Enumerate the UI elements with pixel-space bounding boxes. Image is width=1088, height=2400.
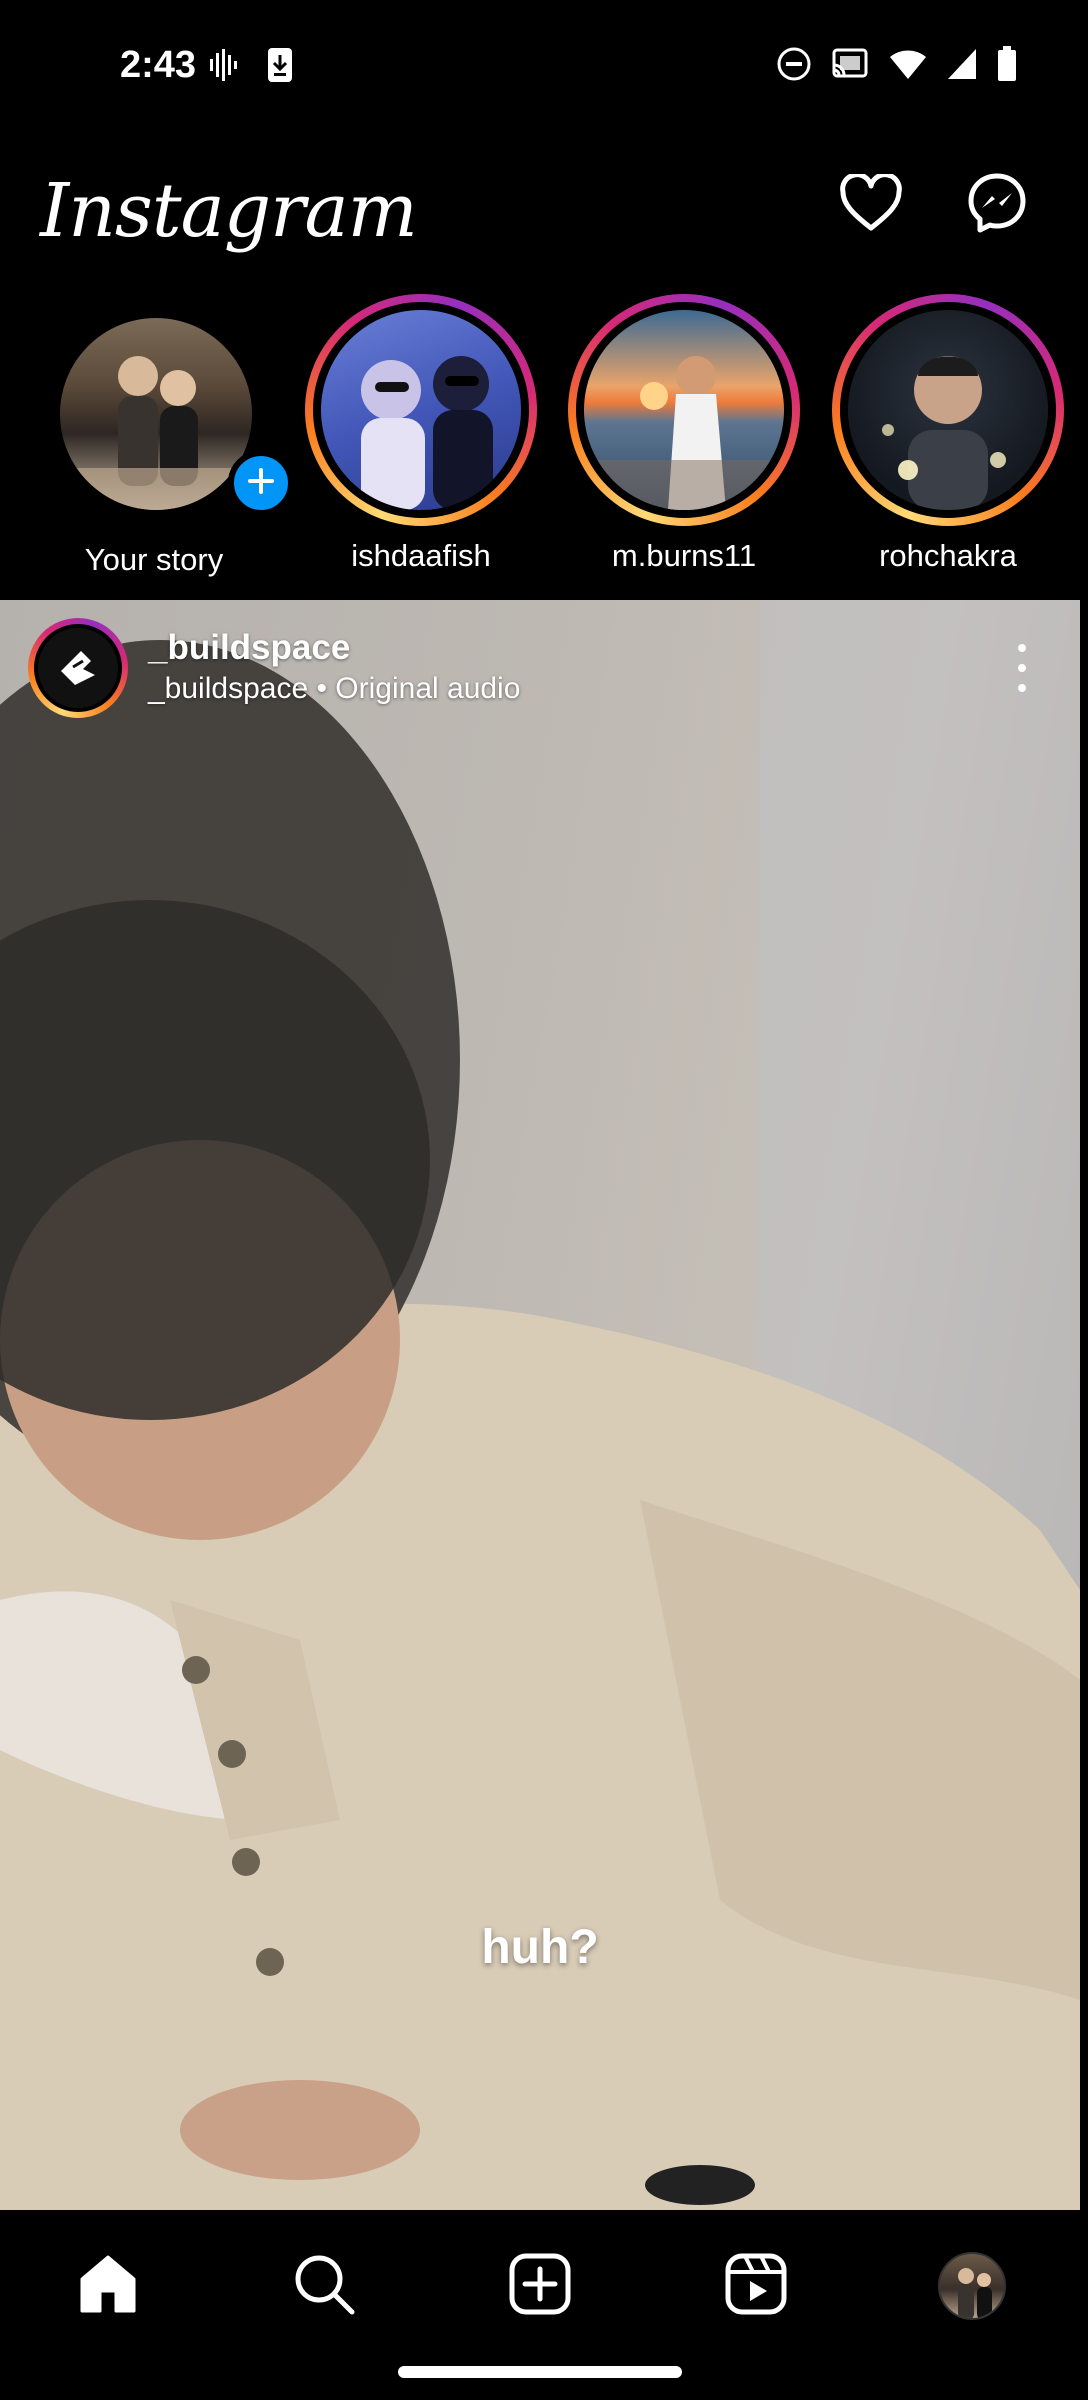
signal-icon xyxy=(946,47,978,86)
stories-tray: Your story ishdaafish m.burns11 rohchakr… xyxy=(0,290,1088,600)
post-username[interactable]: _buildspace xyxy=(148,628,350,668)
more-options-button[interactable] xyxy=(1000,636,1044,700)
app-header: Instagram xyxy=(0,150,1088,280)
nav-profile-button[interactable] xyxy=(932,2246,1012,2326)
instagram-logo[interactable]: Instagram xyxy=(40,168,418,254)
story-name: rohchakra xyxy=(879,538,1017,573)
create-post-icon xyxy=(509,2253,571,2320)
your-story-avatar xyxy=(60,318,252,510)
post-audio-subtitle[interactable]: _buildspace • Original audio xyxy=(148,672,520,706)
add-story-button[interactable] xyxy=(228,450,294,516)
story-m-burns11[interactable]: m.burns11 xyxy=(568,290,808,590)
story-name: Your story xyxy=(84,542,224,577)
download-icon xyxy=(266,46,294,89)
profile-avatar xyxy=(938,2252,1006,2320)
story-rohchakra[interactable]: rohchakra xyxy=(832,290,1072,590)
cast-icon xyxy=(830,47,870,86)
do-not-disturb-icon xyxy=(776,46,812,87)
story-ishdaafish[interactable]: ishdaafish xyxy=(305,290,545,590)
nav-reels-button[interactable] xyxy=(716,2246,796,2326)
nav-create-button[interactable] xyxy=(500,2246,580,2326)
nav-search-button[interactable] xyxy=(284,2246,364,2326)
notifications-button[interactable] xyxy=(836,170,906,240)
story-name: m.burns11 xyxy=(611,538,757,573)
post-header: _buildspace _buildspace • Original audio xyxy=(0,600,1080,730)
status-right-icons xyxy=(776,46,1018,87)
voicemail-icon xyxy=(208,47,238,88)
nav-home-button[interactable] xyxy=(68,2246,148,2326)
status-time: 2:43 xyxy=(120,44,197,86)
heart-icon xyxy=(839,171,903,237)
messenger-icon xyxy=(966,172,1028,239)
search-icon xyxy=(292,2252,356,2321)
plus-icon xyxy=(246,466,276,501)
more-vertical-icon xyxy=(1018,644,1026,652)
story-your-story[interactable]: Your story xyxy=(38,290,294,590)
story-name: ishdaafish xyxy=(351,538,491,573)
bottom-nav xyxy=(0,2210,1088,2400)
home-indicator[interactable] xyxy=(398,2366,682,2378)
post-avatar xyxy=(34,624,122,712)
messages-button[interactable] xyxy=(962,170,1032,240)
reels-icon xyxy=(725,2253,787,2320)
story-avatar xyxy=(848,310,1048,510)
buildspace-logo-icon xyxy=(53,641,103,696)
home-icon xyxy=(76,2253,140,2320)
story-avatar xyxy=(321,310,521,510)
battery-icon xyxy=(996,46,1018,87)
status-bar: 2:43 xyxy=(0,0,1088,130)
video-caption: huh? xyxy=(481,1921,599,1974)
feed-post[interactable]: _buildspace _buildspace • Original audio… xyxy=(0,600,1080,2210)
wifi-icon xyxy=(888,47,928,86)
story-avatar xyxy=(584,310,784,510)
post-avatar-ring[interactable] xyxy=(28,618,128,718)
status-left-icons xyxy=(208,46,294,89)
